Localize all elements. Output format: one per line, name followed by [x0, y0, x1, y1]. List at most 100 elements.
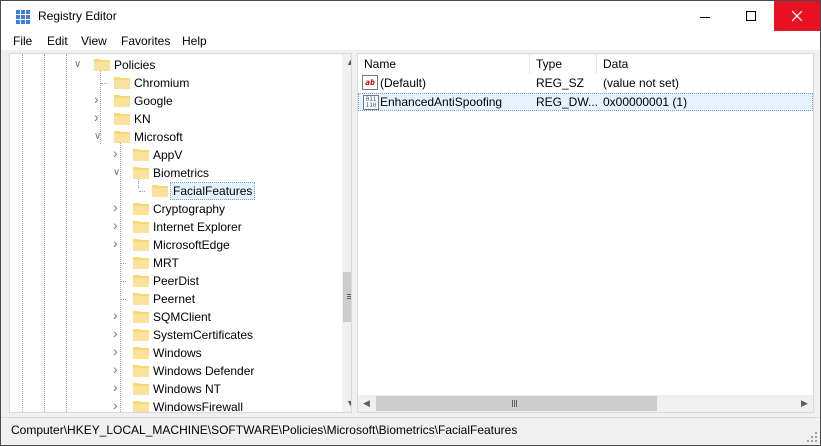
list-horizontal-scrollbar[interactable]: ◀ ▶: [358, 395, 813, 412]
tree-item-label: SQMClient: [153, 310, 212, 324]
folder-icon: [133, 257, 149, 269]
grip-icon: [512, 400, 513, 407]
column-header-data[interactable]: Data: [597, 54, 813, 74]
registry-values-list[interactable]: Name Type Data ab (Default) REG_SZ (valu…: [357, 53, 814, 413]
folder-icon: [114, 131, 130, 143]
tree-item-label: SystemCertificates: [153, 328, 254, 342]
expand-chevron-icon[interactable]: ›: [113, 235, 118, 251]
title-bar[interactable]: Registry Editor: [1, 1, 820, 31]
list-scroll-thumb[interactable]: [376, 396, 657, 411]
registry-editor-app-icon: [16, 10, 30, 24]
expand-chevron-icon[interactable]: ›: [94, 109, 99, 125]
tree-item-label: Internet Explorer: [153, 220, 242, 234]
folder-icon: [133, 167, 149, 179]
folder-icon: [133, 203, 149, 215]
menu-edit[interactable]: Edit: [47, 34, 68, 48]
expand-chevron-icon[interactable]: ›: [113, 199, 118, 215]
close-icon: [792, 11, 802, 21]
tree-scroll-thumb[interactable]: [343, 272, 351, 322]
tree-item-label: Google: [134, 94, 173, 108]
window-title: Registry Editor: [38, 9, 117, 23]
tree-item[interactable]: › Google: [10, 91, 350, 110]
value-type: REG_DW...: [536, 95, 599, 109]
expand-chevron-icon[interactable]: ›: [113, 217, 118, 233]
tree-item[interactable]: MRT: [10, 254, 350, 272]
tree-item[interactable]: Peernet: [10, 290, 350, 308]
expand-chevron-icon[interactable]: ›: [113, 379, 118, 395]
expand-chevron-icon[interactable]: ›: [113, 397, 118, 412]
expand-chevron-icon[interactable]: ›: [113, 307, 118, 323]
tree-vertical-scrollbar[interactable]: ▲ ▼: [342, 54, 351, 412]
value-name: EnhancedAntiSpoofing: [380, 95, 503, 109]
folder-icon: [94, 59, 110, 71]
reg-sz-icon: ab: [362, 75, 378, 90]
tree-item[interactable]: › Windows NT: [10, 379, 350, 398]
folder-icon: [133, 311, 149, 323]
folder-icon: [152, 185, 168, 197]
folder-icon: [133, 293, 149, 305]
tree-connector: [101, 83, 107, 84]
tree-item[interactable]: › SystemCertificates: [10, 325, 350, 344]
tree-item[interactable]: Chromium: [10, 74, 350, 92]
tree-item-label: Policies: [114, 58, 156, 72]
tree-item[interactable]: ∨ Biometrics: [10, 164, 350, 182]
tree-item[interactable]: › Internet Explorer: [10, 217, 350, 236]
folder-icon: [133, 221, 149, 233]
reg-dword-icon: 011 110: [363, 95, 379, 110]
folder-icon: [133, 347, 149, 359]
tree-item[interactable]: › Windows Defender: [10, 361, 350, 380]
menu-favorites[interactable]: Favorites: [121, 34, 170, 48]
tree-connector: [139, 191, 145, 192]
minimize-button[interactable]: [682, 1, 728, 31]
tree-item[interactable]: PeerDist: [10, 272, 350, 290]
column-header-name[interactable]: Name: [358, 54, 530, 74]
tree-item[interactable]: › KN: [10, 109, 350, 128]
tree-item[interactable]: › SQMClient: [10, 307, 350, 326]
tree-item-label: Biometrics: [153, 166, 210, 180]
scroll-left-icon[interactable]: ◀: [358, 395, 375, 412]
list-row[interactable]: ab (Default) REG_SZ (value not set): [358, 74, 813, 92]
expand-chevron-icon[interactable]: ›: [113, 343, 118, 359]
folder-icon: [133, 383, 149, 395]
close-button[interactable]: [774, 1, 820, 31]
folder-icon: [133, 149, 149, 161]
collapse-chevron-icon[interactable]: ∨: [113, 167, 120, 178]
tree-item[interactable]: › WindowsFirewall: [10, 397, 350, 412]
tree-item[interactable]: FacialFeatures: [10, 182, 350, 200]
tree-item-label: Microsoft: [134, 130, 183, 144]
tree-item[interactable]: › Cryptography: [10, 199, 350, 218]
folder-icon: [114, 77, 130, 89]
tree-item-label: Peernet: [153, 292, 196, 306]
maximize-button[interactable]: [728, 1, 774, 31]
collapse-chevron-icon[interactable]: ∨: [74, 59, 81, 70]
expand-chevron-icon[interactable]: ›: [94, 91, 99, 107]
tree-item[interactable]: › AppV: [10, 145, 350, 164]
scroll-down-icon[interactable]: ▼: [342, 395, 351, 412]
grip-icon: [347, 294, 351, 295]
menu-bar: File Edit View Favorites Help: [1, 31, 820, 51]
value-type: REG_SZ: [536, 76, 585, 90]
resize-grip-icon[interactable]: [806, 431, 818, 443]
expand-chevron-icon[interactable]: ›: [113, 145, 118, 161]
scroll-up-icon[interactable]: ▲: [342, 54, 351, 71]
tree-item[interactable]: ∨ Policies: [10, 56, 350, 74]
tree-item[interactable]: › Windows: [10, 343, 350, 362]
tree-item[interactable]: › MicrosoftEdge: [10, 235, 350, 254]
tree-item-label: PeerDist: [153, 274, 200, 288]
folder-icon: [133, 329, 149, 341]
folder-icon: [133, 239, 149, 251]
collapse-chevron-icon[interactable]: ∨: [94, 131, 101, 142]
registry-editor-window: Registry Editor File Edit View Favorites…: [0, 0, 821, 446]
folder-icon: [133, 401, 149, 412]
column-header-type[interactable]: Type: [530, 54, 597, 74]
scroll-right-icon[interactable]: ▶: [796, 395, 813, 412]
menu-view[interactable]: View: [81, 34, 107, 48]
expand-chevron-icon[interactable]: ›: [113, 361, 118, 377]
expand-chevron-icon[interactable]: ›: [113, 325, 118, 341]
menu-file[interactable]: File: [13, 34, 32, 48]
menu-help[interactable]: Help: [182, 34, 207, 48]
tree-item[interactable]: ∨ Microsoft: [10, 128, 350, 146]
list-row-selected[interactable]: 011 110 EnhancedAntiSpoofing REG_DW... 0x…: [358, 93, 813, 111]
registry-key-tree[interactable]: ∨ Policies Chromium › Google › KN ∨ Microsoft › Ap…: [9, 53, 352, 413]
tree-item-label: Cryptography: [153, 202, 226, 216]
